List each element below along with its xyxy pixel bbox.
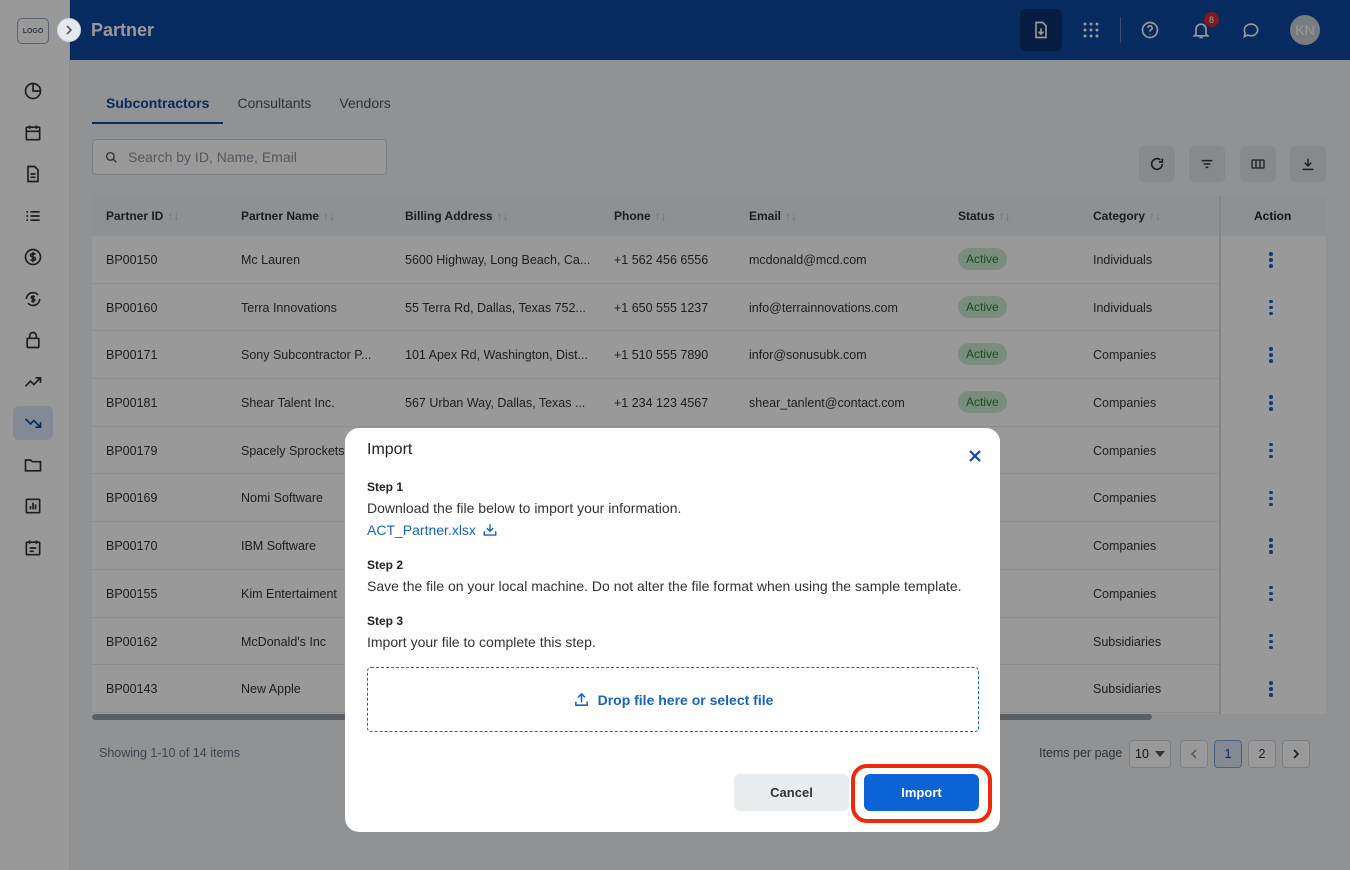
download-icon bbox=[483, 524, 497, 536]
step1-text: Download the file below to import your i… bbox=[367, 500, 682, 516]
sidebar-expand-button[interactable] bbox=[57, 18, 81, 42]
step3-text: Import your file to complete this step. bbox=[367, 634, 596, 650]
file-dropzone[interactable]: Drop file here or select file bbox=[367, 667, 979, 732]
step2-heading: Step 2 bbox=[367, 558, 404, 572]
import-button-highlight bbox=[851, 764, 992, 823]
dropzone-label: Drop file here or select file bbox=[597, 691, 774, 708]
close-icon[interactable] bbox=[965, 446, 985, 466]
chevron-right-icon bbox=[66, 25, 73, 35]
template-download-link[interactable]: ACT_Partner.xlsx bbox=[367, 522, 498, 538]
dialog-title: Import bbox=[367, 441, 413, 458]
step3-heading: Step 3 bbox=[367, 614, 404, 628]
step1-heading: Step 1 bbox=[367, 480, 404, 494]
step2-text: Save the file on your local machine. Do … bbox=[367, 578, 962, 594]
cancel-button[interactable]: Cancel bbox=[734, 774, 849, 811]
upload-icon bbox=[574, 692, 588, 706]
